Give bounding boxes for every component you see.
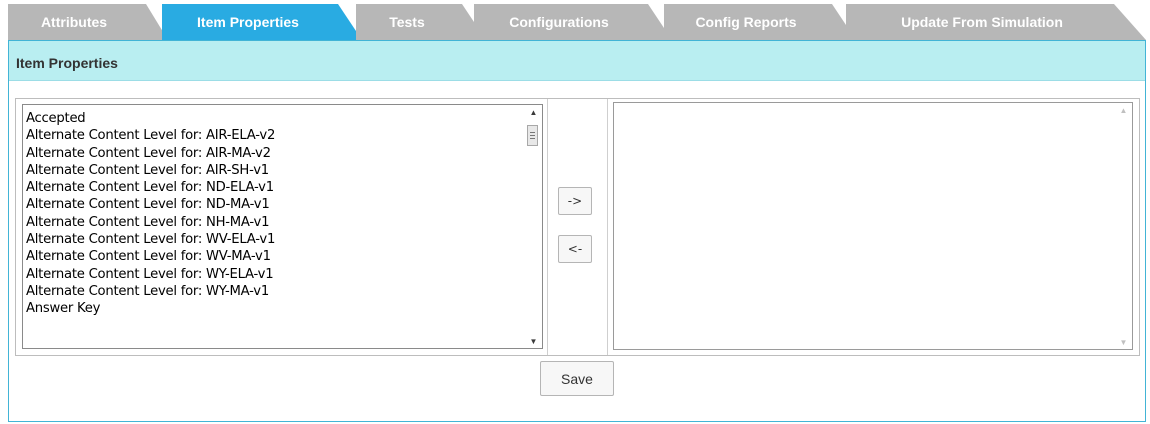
list-item[interactable]: Alternate Content Level for: NH-MA-v1	[26, 214, 524, 231]
tab-label: Tests	[389, 14, 425, 30]
tab-label: Update From Simulation	[901, 14, 1063, 30]
add-selected-button[interactable]: ->	[558, 187, 592, 215]
list-item[interactable]: Alternate Content Level for: WV-MA-v1	[26, 248, 524, 265]
remove-selected-button[interactable]: <-	[558, 235, 592, 263]
thumb-grip	[530, 132, 535, 133]
list-item[interactable]: Alternate Content Level for: WY-ELA-v1	[26, 266, 524, 283]
tab-update-from-simulation[interactable]: Update From Simulation	[846, 4, 1146, 40]
available-items: Accepted Alternate Content Level for: AI…	[26, 110, 524, 318]
tab-label: Configurations	[509, 14, 609, 30]
list-item[interactable]: Alternate Content Level for: ND-MA-v1	[26, 196, 524, 213]
section-title: Item Properties	[16, 55, 118, 71]
tab-label: Attributes	[40, 14, 108, 30]
section-header: Item Properties	[9, 41, 1145, 81]
save-button[interactable]: Save	[540, 361, 614, 396]
vertical-scrollbar[interactable]: ▲ ▼	[525, 105, 542, 348]
list-item[interactable]: Alternate Content Level for: WY-MA-v1	[26, 283, 524, 300]
tab-label: Item Properties	[197, 14, 299, 30]
tab-item-properties[interactable]: Item Properties	[162, 4, 362, 40]
list-item[interactable]: Answer Key	[26, 300, 524, 317]
list-item[interactable]: Alternate Content Level for: AIR-SH-v1	[26, 162, 524, 179]
tab-configurations[interactable]: Configurations	[474, 4, 672, 40]
list-item[interactable]: Accepted	[26, 110, 524, 127]
thumb-grip	[530, 135, 535, 136]
list-item[interactable]: Alternate Content Level for: ND-ELA-v1	[26, 179, 524, 196]
tab-config-reports[interactable]: Config Reports	[664, 4, 856, 40]
list-item[interactable]: Alternate Content Level for: AIR-MA-v2	[26, 145, 524, 162]
thumb-grip	[530, 138, 535, 139]
scroll-thumb[interactable]	[527, 125, 538, 146]
tab-attributes[interactable]: Attributes	[8, 4, 168, 40]
scroll-up-arrow-icon[interactable]: ▲	[525, 105, 542, 119]
vertical-scrollbar[interactable]: ▲ ▼	[1115, 103, 1132, 349]
selected-properties-list[interactable]: ▲ ▼	[613, 102, 1133, 350]
scroll-up-arrow-icon[interactable]: ▲	[1115, 103, 1132, 117]
tab-label: Config Reports	[695, 14, 797, 30]
available-properties-list[interactable]: Accepted Alternate Content Level for: AI…	[22, 104, 543, 349]
dual-list-panel: Accepted Alternate Content Level for: AI…	[15, 98, 1140, 356]
scroll-down-arrow-icon[interactable]: ▼	[525, 334, 542, 348]
transfer-controls: -> <-	[547, 99, 608, 355]
content-frame: Item Properties Accepted Alternate Conte…	[8, 40, 1146, 422]
scroll-down-arrow-icon[interactable]: ▼	[1115, 335, 1132, 349]
list-item[interactable]: Alternate Content Level for: AIR-ELA-v2	[26, 127, 524, 144]
list-item[interactable]: Alternate Content Level for: WV-ELA-v1	[26, 231, 524, 248]
tab-tests[interactable]: Tests	[356, 4, 486, 40]
tab-bar: Attributes Item Properties Tests Configu…	[8, 4, 1146, 40]
